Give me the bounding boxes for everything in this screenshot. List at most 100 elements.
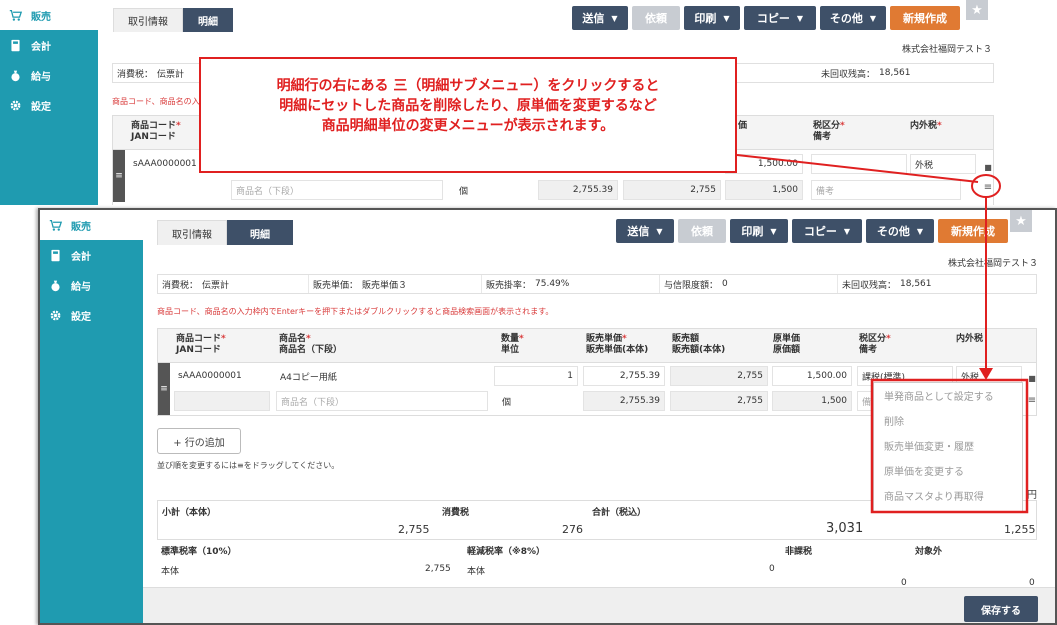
row-name2[interactable]: 商品名（下段）	[276, 391, 488, 411]
submenu-set-single-item[interactable]: 単発商品として設定する	[874, 383, 1022, 408]
search-notice-back: 商品コード、商品名の入	[112, 97, 200, 106]
other-button[interactable]: その他 ▼	[866, 219, 934, 243]
gear-icon	[48, 308, 62, 322]
col-cost-back: 価	[738, 121, 748, 131]
sidebar-item-label: 会計	[31, 41, 51, 53]
subtotal-value: 2,755	[398, 523, 430, 536]
request-button[interactable]: 依頼	[678, 219, 726, 243]
unpaid-info-back: 未回収残高： 18,561	[821, 68, 911, 80]
col-code: 商品コード* JANコード	[176, 334, 226, 355]
submenu-delete[interactable]: 削除	[874, 408, 1022, 433]
star-icon[interactable]: ★	[966, 0, 988, 20]
row-memo-back[interactable]: 備考	[811, 180, 961, 200]
sidebar-item-accounting-back[interactable]: 会計	[0, 30, 98, 60]
tab-detail-back[interactable]: 明細	[183, 8, 233, 32]
subtotal-label: 小計（本体）	[162, 508, 217, 518]
standard-body-label: 本体	[161, 567, 180, 577]
sidebar-item-sales[interactable]: 販売	[40, 210, 143, 240]
col-code-back: 商品コード* JANコード	[131, 121, 181, 142]
sidebar-item-settings[interactable]: 設定	[40, 300, 143, 330]
unit-price-info: 販売単価： 販売単価３	[309, 275, 482, 293]
row-submenu-icon[interactable]: ≡	[982, 182, 994, 193]
print-button[interactable]: 印刷 ▼	[730, 219, 788, 243]
row-name[interactable]: A4コピー用紙	[276, 366, 488, 386]
print-button-back[interactable]: 印刷 ▼	[684, 6, 740, 30]
tab-transaction-info-back[interactable]: 取引情報	[113, 8, 183, 32]
sidebar-item-label: 会計	[71, 251, 91, 263]
row-drag-handle-back[interactable]: ≡	[113, 150, 125, 202]
grand-total-value: 3,031	[826, 521, 864, 536]
send-button[interactable]: 送信 ▼	[616, 219, 674, 243]
standard-body-value: 2,755	[425, 564, 451, 574]
tab-transaction-info[interactable]: 取引情報	[157, 220, 227, 245]
row-square-icon: ■	[984, 162, 992, 172]
tax-total-label: 消費税	[442, 508, 470, 518]
calculator-icon	[8, 38, 22, 52]
chevron-down-icon: ▼	[796, 13, 804, 23]
col-name: 商品名* 商品名（下段）	[279, 334, 343, 355]
col-sale-price: 販売単価* 販売単価(本体)	[586, 334, 649, 355]
row-sale-price[interactable]: 2,755.39	[583, 366, 665, 386]
submenu-change-sale-price[interactable]: 販売単価変更・履歴	[874, 433, 1022, 458]
row-submenu-icon[interactable]: ≡	[1026, 395, 1038, 406]
other-button-back[interactable]: その他 ▼	[820, 6, 886, 30]
sidebar-item-payroll-back[interactable]: 給与	[0, 60, 98, 90]
new-button[interactable]: 新規作成	[938, 219, 1008, 243]
exempt-label: 非課税	[785, 547, 813, 557]
col-inner-tax: 内外税	[956, 334, 984, 344]
row-name2-back[interactable]: 商品名（下段）	[231, 180, 443, 200]
reduced-body-value: 0	[769, 564, 775, 574]
send-button-back[interactable]: 送信 ▼	[572, 6, 628, 30]
row-code-back[interactable]: sAAA0000001	[129, 154, 209, 174]
tax-total-value: 276	[562, 523, 583, 536]
info-bar: 消費税： 伝票計 販売単価： 販売単価３ 販売掛率： 75.49% 与信限度額： 0 未…	[157, 274, 1037, 294]
row-sale-amount: 2,755	[670, 366, 768, 386]
row-jan[interactable]	[174, 391, 270, 411]
credit-info: 与信限度額： 0	[660, 275, 838, 293]
row-sale-price-net: 2,755.39	[583, 391, 665, 411]
row-inner-tax-back[interactable]: 外税	[910, 154, 976, 174]
sidebar-item-label: 給与	[31, 71, 51, 83]
sidebar-item-accounting[interactable]: 会計	[40, 240, 143, 270]
row-qty[interactable]: 1	[494, 366, 578, 386]
add-row-button[interactable]: + 行の追加	[157, 428, 241, 454]
row-code[interactable]: sAAA0000001	[174, 366, 270, 386]
company-name: 株式会社福岡テスト３	[947, 259, 1038, 269]
row-sale-amount-net-back: 2,755	[623, 180, 721, 200]
submenu-reload-from-master[interactable]: 商品マスタより再取得	[874, 483, 1022, 508]
grid-header: 商品コード* JANコード 商品名* 商品名（下段） 数量* 単位 販売単価* 販売単価…	[158, 329, 1036, 363]
row-cost-amount-back: 1,500	[725, 180, 803, 200]
new-button-back[interactable]: 新規作成	[890, 6, 960, 30]
row-submenu: 単発商品として設定する 削除 販売単価変更・履歴 原単価を変更する 商品マスタよ…	[873, 382, 1023, 512]
row-tax-class-back[interactable]	[811, 154, 907, 174]
sidebar-item-settings-back[interactable]: 設定	[0, 90, 98, 120]
row-sale-amount-net: 2,755	[670, 391, 768, 411]
col-inner-tax-back: 内外税*	[910, 121, 942, 131]
tab-detail[interactable]: 明細	[227, 220, 293, 245]
sidebar-item-label: 設定	[71, 311, 91, 323]
tax-breakdown: 標準税率（10%） 軽減税率（※8%） 非課税 対象外 本体 2,755 本体 …	[157, 542, 1037, 588]
gear-icon	[8, 98, 22, 112]
save-button[interactable]: 保存する	[964, 596, 1038, 622]
sidebar-item-sales-back[interactable]: 販売	[0, 0, 98, 30]
drag-hint: 並び順を変更するには≡をドラッグしてください。	[157, 461, 340, 470]
calculator-icon	[48, 248, 62, 262]
chevron-down-icon: ▼	[916, 226, 924, 236]
copy-button-back[interactable]: コピー ▼	[744, 6, 816, 30]
search-notice: 商品コード、商品名の入力枠内でEnterキーを押下またはダブルクリックすると商品…	[157, 307, 554, 316]
chevron-down-icon: ▼	[611, 13, 618, 23]
sidebar-item-payroll[interactable]: 給与	[40, 270, 143, 300]
row-drag-handle[interactable]: ≡	[158, 363, 170, 415]
row-cost-price[interactable]: 1,500.00	[772, 366, 852, 386]
col-cost-price: 原単価 原価額	[773, 334, 801, 355]
money-bag-icon	[8, 68, 22, 82]
row-cost-amount: 1,500	[772, 391, 852, 411]
request-button-back[interactable]: 依頼	[632, 6, 680, 30]
col-qty: 数量* 単位	[501, 334, 524, 355]
submenu-change-cost-price[interactable]: 原単価を変更する	[874, 458, 1022, 483]
yen-unit: 円	[1027, 490, 1037, 501]
copy-button[interactable]: コピー ▼	[792, 219, 862, 243]
chevron-down-icon: ▼	[656, 226, 663, 236]
star-icon[interactable]: ★	[1010, 210, 1032, 232]
cart-icon	[48, 218, 62, 232]
